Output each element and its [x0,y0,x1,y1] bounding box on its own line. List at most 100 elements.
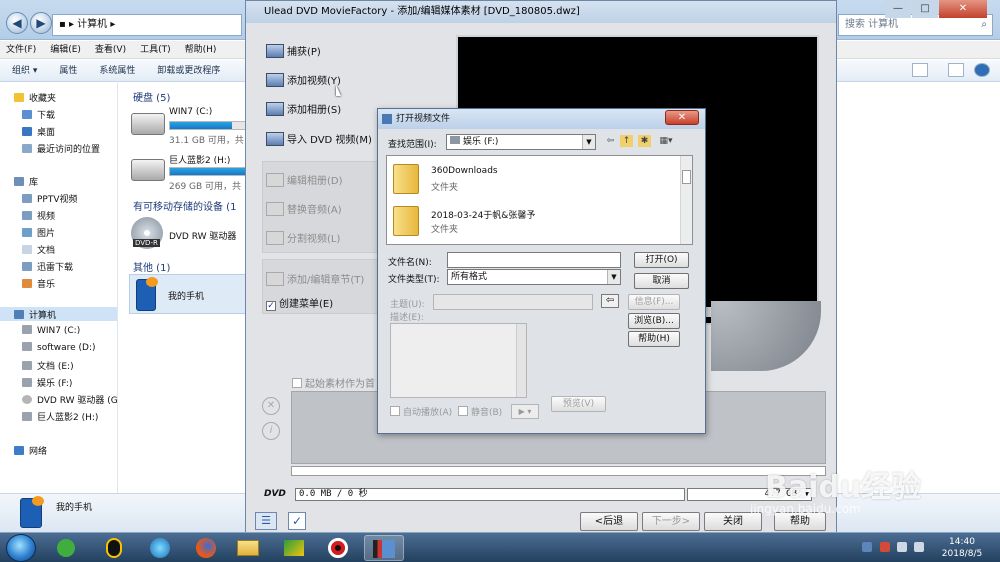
back-button[interactable]: <后退 [580,512,638,531]
start-media-checkbox[interactable]: 起始素材作为首 [292,375,375,390]
file-list-scrollbar[interactable] [680,156,692,244]
subject-input[interactable] [433,294,593,310]
create-menu-checkbox[interactable]: ✓ 创建菜单(E) [266,295,333,311]
drive-tile-c[interactable]: WIN7 (C:) 31.1 GB 可用，共 [131,107,259,147]
taskbar-app-record[interactable] [318,535,358,561]
nav-item-music[interactable]: 音乐 [22,277,55,290]
help-icon[interactable] [974,63,990,77]
cancel-button[interactable]: 取消 [634,273,689,289]
menu-file[interactable]: 文件(F) [6,41,36,58]
nav-favorites[interactable]: 收藏夹 [14,91,56,104]
delete-icon[interactable]: ✕ [262,397,280,415]
nav-item-pptv[interactable]: PPTV视频 [22,192,78,205]
mute-checkbox[interactable]: 静音(B) [458,405,502,418]
taskbar-app-firefox[interactable] [186,535,226,561]
view-menu-icon[interactable]: ▦▾ [656,135,676,147]
drive-tile-dvd[interactable]: DVD-R DVD RW 驱动器 [131,217,251,257]
taskbar-clock[interactable]: 14:40 2018/8/5 [930,536,994,560]
phone-tile[interactable]: 我的手机 [129,274,255,314]
minimize-button[interactable]: — [885,0,911,18]
nav-network[interactable]: 网络 [14,444,47,457]
list-item[interactable]: 360Downloads 文件夹 [393,160,673,198]
capture-action[interactable]: 捕获(P) [266,43,321,58]
description-textarea[interactable] [390,323,527,398]
autoplay-checkbox[interactable]: 自动播放(A) [390,405,452,418]
next-button[interactable]: 下一步> [642,512,700,531]
nav-computer[interactable]: 计算机 [14,308,56,321]
maximize-button[interactable]: □ [912,0,938,18]
taskbar-app-ulead[interactable] [364,535,404,561]
group-removable[interactable]: 有可移动存储的设备 (1 [133,198,236,213]
replace-audio-action[interactable]: 替换音频(A) [266,201,342,216]
split-video-action[interactable]: 分割视频(L) [266,230,340,245]
filetype-select[interactable]: 所有格式 ▼ [447,269,621,285]
description-scrollbar[interactable] [516,324,526,397]
tray-network-icon[interactable] [897,542,907,552]
info-icon[interactable]: i [262,422,280,440]
nav-item-pictures[interactable]: 图片 [22,226,55,239]
taskbar-app-media[interactable] [140,535,180,561]
back-icon[interactable]: ◀ [6,12,28,34]
organize-button[interactable]: 组织 ▾ [12,60,37,81]
system-properties-button[interactable]: 系统属性 [99,60,135,81]
menu-help[interactable]: 帮助(H) [185,41,217,58]
new-folder-icon[interactable]: ✱ [638,135,651,147]
nav-item-desktop[interactable]: 桌面 [22,125,55,138]
dialog-close-button[interactable]: ✕ [665,110,699,125]
menu-view[interactable]: 查看(V) [95,41,126,58]
close-button[interactable]: ✕ [939,0,987,18]
check-icon[interactable]: ✓ [288,512,306,530]
scroll-thumb[interactable] [682,170,691,184]
preview-pane-icon[interactable] [948,63,964,77]
open-button[interactable]: 打开(O) [634,252,689,268]
nav-item-drive-d[interactable]: software (D:) [22,342,96,353]
help-button[interactable]: 帮助(H) [628,331,680,347]
nav-item-videos[interactable]: 视频 [22,209,55,222]
start-button[interactable] [6,534,36,562]
info-button[interactable]: 信息(F)... [628,294,680,310]
nav-item-drive-f[interactable]: 娱乐 (F:) [22,376,72,389]
taskbar-app-explorer[interactable] [228,535,268,561]
forward-icon[interactable]: ▶ [30,12,52,34]
nav-libraries[interactable]: 库 [14,175,38,188]
file-list[interactable]: 360Downloads 文件夹 2018-03-24于帆&张馨予 文件夹 [386,155,693,245]
arrow-left-icon[interactable]: ⇦ [601,294,619,308]
back-arrow-icon[interactable]: ⇦ [604,135,617,147]
edit-chapter-action[interactable]: 添加/编辑章节(T) [266,271,364,286]
drive-tile-h[interactable]: 巨人蓝影2 (H:) 269 GB 可用，共 [131,153,259,193]
lookin-select[interactable]: 娱乐 (F:) ▼ [446,134,596,150]
nav-item-xunlei[interactable]: 迅雷下载 [22,260,73,273]
view-options-icon[interactable] [912,63,928,77]
address-bar[interactable]: ▪ ▸ 计算机 ▸ [52,14,242,36]
nav-item-drive-c[interactable]: WIN7 (C:) [22,325,80,336]
tray-flag-icon[interactable] [880,542,890,552]
nav-item-documents[interactable]: 文档 [22,243,55,256]
group-other[interactable]: 其他 (1) [133,259,170,274]
properties-button[interactable]: 属性 [59,60,77,81]
nav-item-drive-h[interactable]: 巨人蓝影2 (H:) [22,410,98,423]
list-item[interactable]: 2018-03-24于帆&张馨予 文件夹 [393,202,673,240]
taskbar-app-360[interactable] [46,535,86,561]
play-dropdown-icon[interactable]: ▶ ▾ [511,404,539,419]
nav-item-drive-e[interactable]: 文档 (E:) [22,359,74,372]
filename-input[interactable] [447,252,621,268]
add-album-action[interactable]: 添加相册(S) [266,101,341,116]
preview-button[interactable]: 预览(V) [551,396,606,412]
browse-button[interactable]: 浏览(B)... [628,313,680,329]
nav-item-downloads[interactable]: 下载 [22,108,55,121]
nav-item-drive-g[interactable]: DVD RW 驱动器 (G [22,393,118,406]
group-hard-disks[interactable]: 硬盘 (5) [133,89,170,104]
tray-volume-icon[interactable] [914,542,924,552]
import-dvd-action[interactable]: 导入 DVD 视频(M) [266,131,372,146]
view-list-icon[interactable]: ☰ [255,512,277,530]
menu-tools[interactable]: 工具(T) [140,41,171,58]
uninstall-button[interactable]: 卸载或更改程序 [157,60,220,81]
menu-edit[interactable]: 编辑(E) [50,41,81,58]
taskbar-app-green[interactable] [274,535,314,561]
tray-arrow-icon[interactable] [862,542,872,552]
up-folder-icon[interactable]: ↑ [620,135,633,147]
add-video-action[interactable]: 添加视频(Y) [266,72,341,87]
edit-album-action[interactable]: 编辑相册(D) [266,172,343,187]
taskbar-app-qq[interactable] [94,535,134,561]
media-scrollbar[interactable] [291,466,826,476]
